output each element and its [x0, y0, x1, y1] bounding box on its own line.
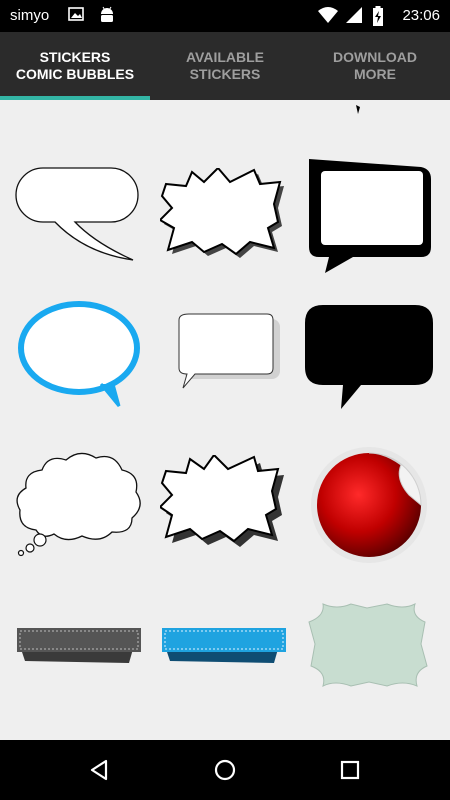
thick-black-frame-bubble[interactable] — [305, 155, 435, 275]
carrier-name: simyo — [10, 7, 50, 24]
gray-ribbon-banner[interactable] — [15, 625, 143, 670]
sticker-grid — [0, 100, 450, 740]
blue-ribbon-banner[interactable] — [160, 625, 288, 670]
navigation-bar — [0, 740, 450, 800]
tab-download-more[interactable]: DOWNLOAD MORE — [300, 32, 450, 100]
home-icon[interactable] — [210, 755, 240, 785]
jagged-burst-bubble-shadow[interactable] — [160, 455, 285, 550]
battery-charging-icon — [373, 6, 383, 26]
recents-icon[interactable] — [335, 755, 365, 785]
green-paper-frame[interactable] — [307, 600, 432, 690]
tab-bar: STICKERS COMIC BUBBLES AVAILABLE STICKER… — [0, 32, 450, 100]
signal-icon — [346, 7, 362, 23]
blue-oval-speech-bubble[interactable] — [15, 300, 145, 410]
small-square-speech-bubble[interactable] — [175, 310, 285, 400]
red-peeling-sticker[interactable] — [305, 445, 435, 565]
wifi-icon — [318, 7, 338, 23]
clock: 23:06 — [402, 7, 440, 24]
back-icon[interactable] — [85, 755, 115, 785]
tab-stickers-comic-bubbles[interactable]: STICKERS COMIC BUBBLES — [0, 32, 150, 100]
jagged-burst-bubble[interactable] — [160, 168, 285, 260]
partial-sticker-fragment — [356, 105, 360, 114]
black-speech-bubble[interactable] — [305, 305, 435, 415]
android-icon — [101, 6, 113, 22]
image-icon — [68, 7, 84, 21]
status-bar: simyo 23:06 — [0, 0, 450, 32]
tab-available-stickers[interactable]: AVAILABLE STICKERS — [150, 32, 300, 100]
thought-cloud-bubble[interactable] — [12, 448, 147, 558]
rounded-speech-bubble-outline[interactable] — [15, 165, 140, 265]
